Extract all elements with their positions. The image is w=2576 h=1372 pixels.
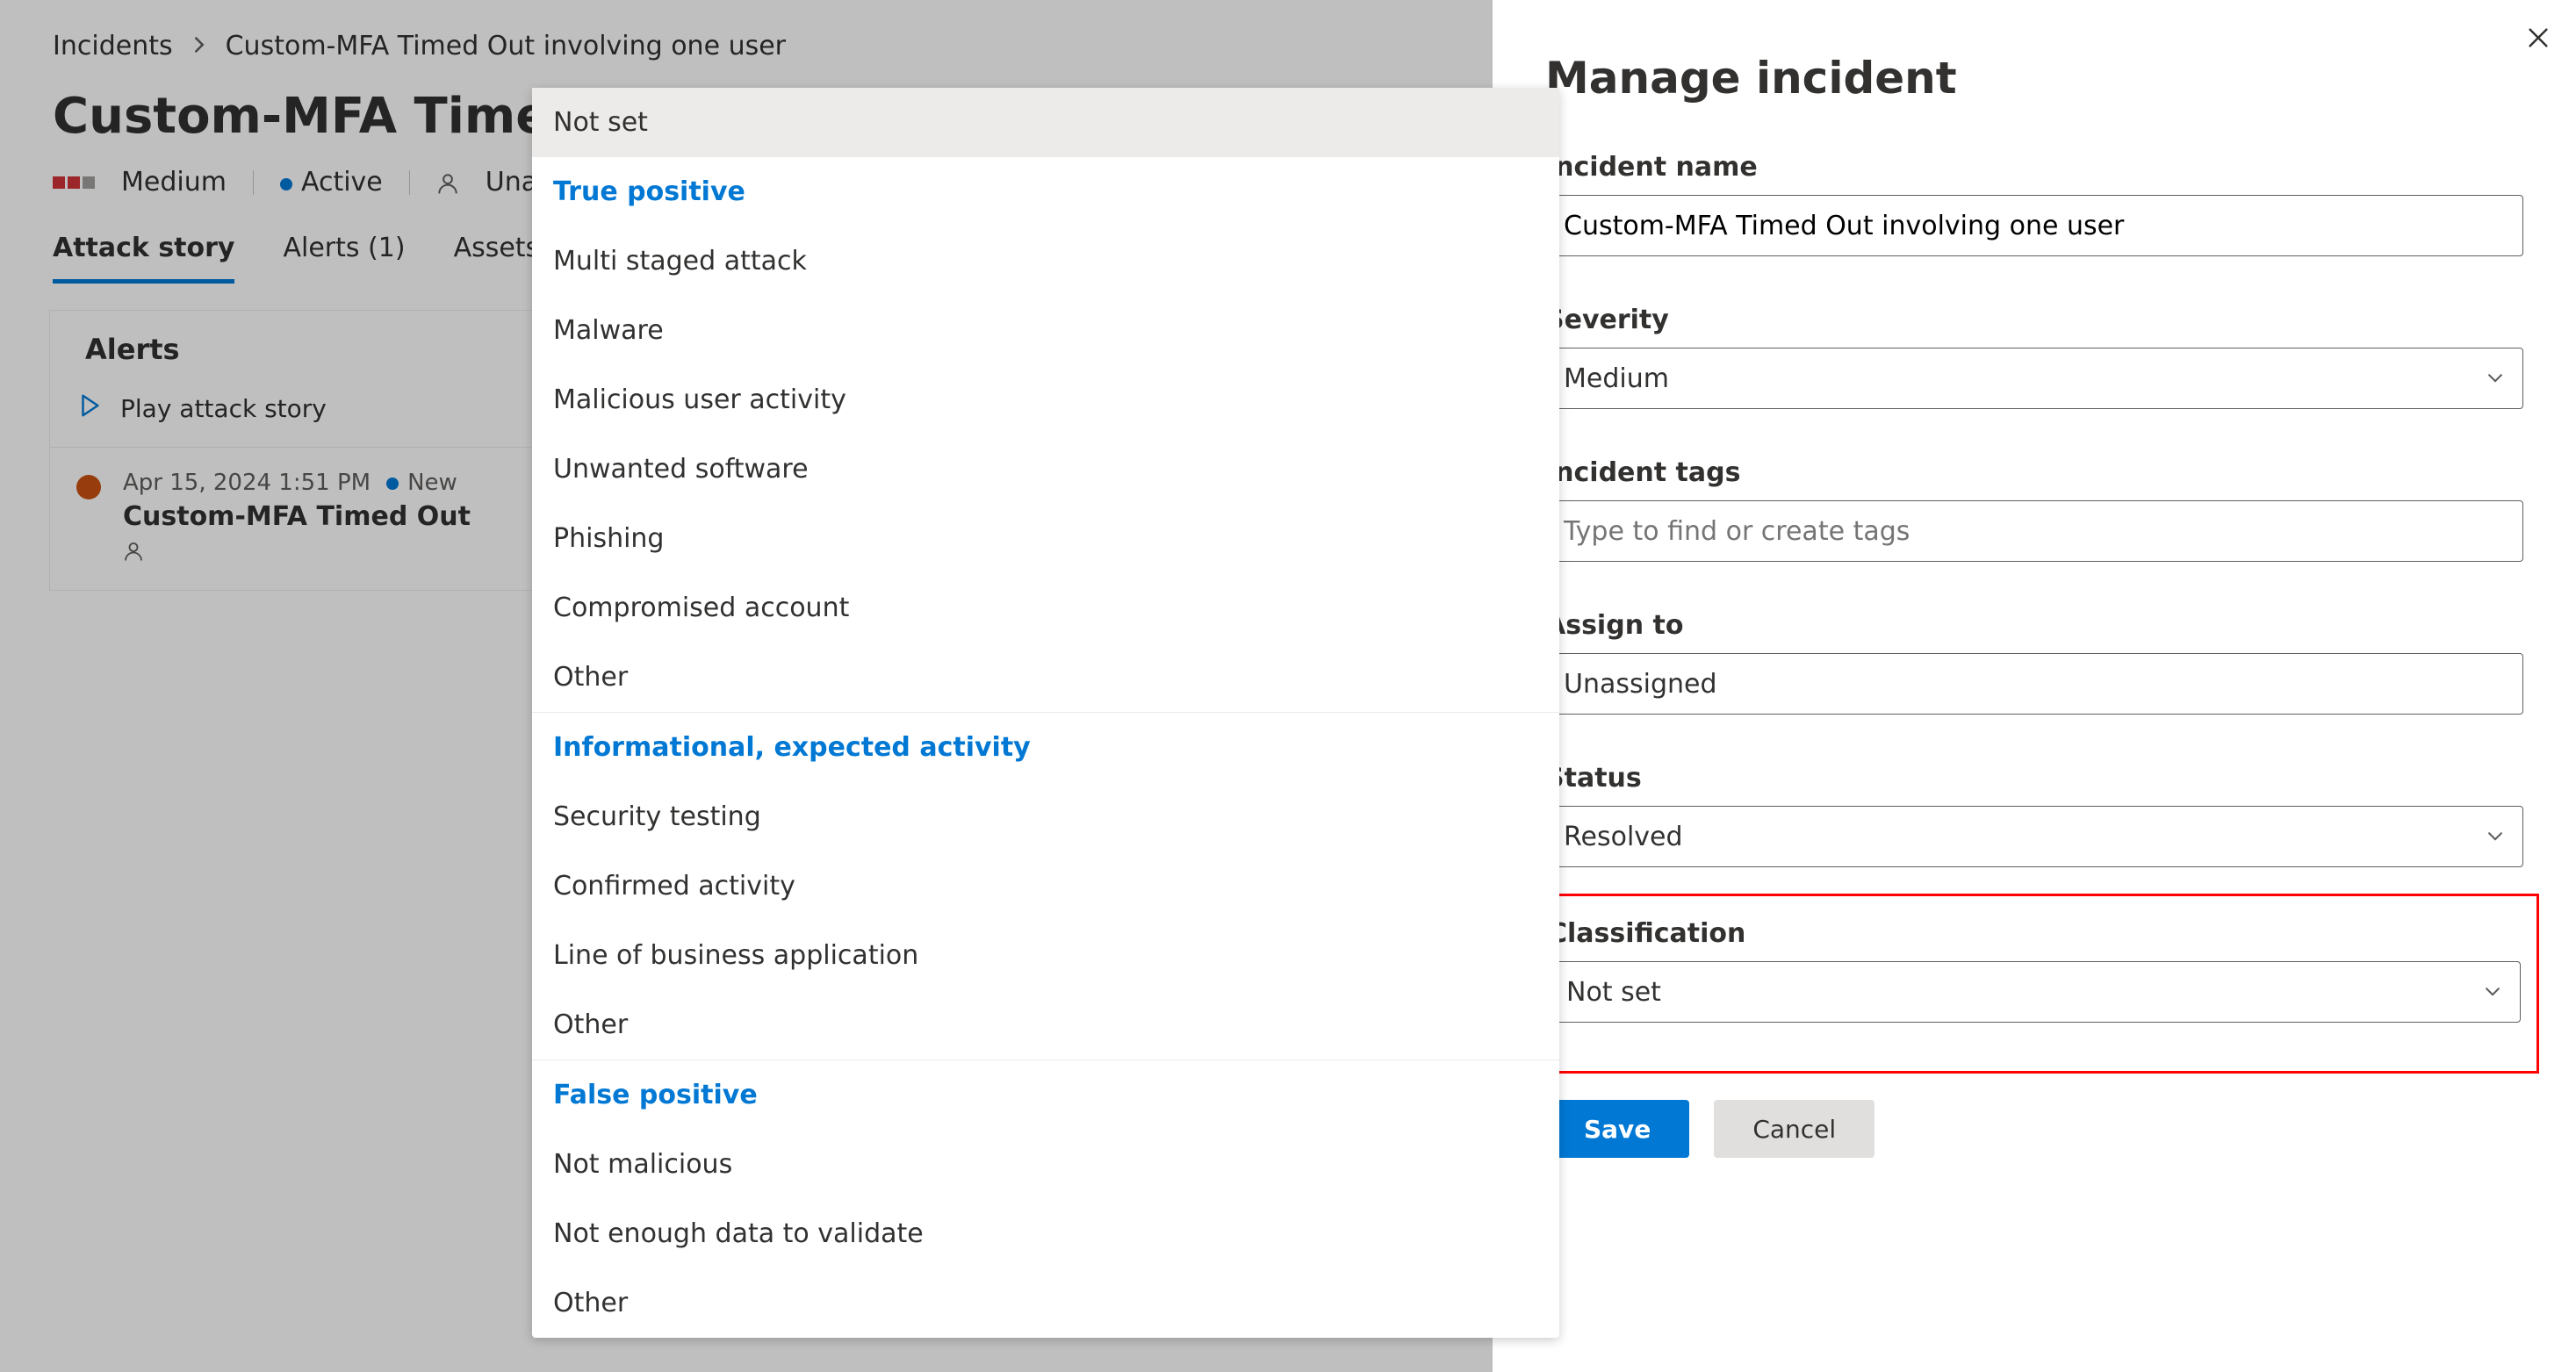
chevron-right-icon xyxy=(191,34,208,59)
close-icon[interactable] xyxy=(2525,25,2551,57)
person-icon xyxy=(436,167,459,198)
play-icon[interactable] xyxy=(76,392,103,425)
status-label: Status xyxy=(1545,763,2523,794)
person-icon xyxy=(123,539,471,568)
play-attack-story-button[interactable]: Play attack story xyxy=(120,394,327,423)
state-label: Active xyxy=(301,167,383,198)
panel-title: Manage incident xyxy=(1545,53,2523,104)
dropdown-option-compromised-account[interactable]: Compromised account xyxy=(532,573,1559,643)
breadcrumb-root[interactable]: Incidents xyxy=(53,31,173,61)
breadcrumb-current: Custom-MFA Timed Out involving one user xyxy=(226,31,786,61)
dropdown-option-multi-staged-attack[interactable]: Multi staged attack xyxy=(532,226,1559,296)
divider xyxy=(409,170,410,195)
dropdown-option-info-other[interactable]: Other xyxy=(532,990,1559,1060)
tab-alerts[interactable]: Alerts (1) xyxy=(283,233,405,284)
alert-state: New xyxy=(407,470,457,496)
alert-severity-dot-icon xyxy=(76,475,101,499)
status-select[interactable]: Resolved xyxy=(1545,806,2523,867)
tab-assets[interactable]: Assets xyxy=(454,233,540,284)
status-dot-icon xyxy=(280,178,292,190)
assign-to-label: Assign to xyxy=(1545,610,2523,641)
dropdown-option-confirmed-activity[interactable]: Confirmed activity xyxy=(532,851,1559,921)
tab-attack-story[interactable]: Attack story xyxy=(53,233,234,284)
dropdown-option-lob-application[interactable]: Line of business application xyxy=(532,921,1559,990)
severity-label: Severity xyxy=(1545,305,2523,335)
dropdown-group-false-positive: False positive xyxy=(532,1060,1559,1130)
severity-select[interactable]: Medium xyxy=(1545,348,2523,409)
assign-to-value: Unassigned xyxy=(1564,669,1717,700)
dropdown-option-not-malicious[interactable]: Not malicious xyxy=(532,1130,1559,1199)
dropdown-option-tp-other[interactable]: Other xyxy=(532,643,1559,712)
severity-label: Medium xyxy=(121,167,227,198)
chevron-down-icon xyxy=(2486,363,2505,394)
severity-indicator-icon xyxy=(53,176,95,189)
tags-label: Incident tags xyxy=(1545,457,2523,488)
incident-name-field[interactable] xyxy=(1564,211,2505,241)
manage-incident-panel: Manage incident Incident name Severity M… xyxy=(1493,0,2576,1372)
dropdown-group-true-positive: True positive xyxy=(532,157,1559,226)
dropdown-option-malware[interactable]: Malware xyxy=(532,296,1559,365)
classification-highlight: Classification Not set xyxy=(1529,894,2539,1074)
cancel-button[interactable]: Cancel xyxy=(1714,1100,1874,1158)
alert-time: Apr 15, 2024 1:51 PM xyxy=(123,470,371,496)
save-button[interactable]: Save xyxy=(1545,1100,1689,1158)
status-dot-icon xyxy=(386,478,399,490)
status-value: Resolved xyxy=(1564,822,1683,852)
alert-title: Custom-MFA Timed Out xyxy=(123,501,471,532)
dropdown-option-fp-other[interactable]: Other xyxy=(532,1268,1559,1338)
chevron-down-icon xyxy=(2483,977,2502,1008)
classification-value: Not set xyxy=(1566,977,1661,1008)
dropdown-option-phishing[interactable]: Phishing xyxy=(532,504,1559,573)
divider xyxy=(253,170,254,195)
dropdown-option-not-enough-data[interactable]: Not enough data to validate xyxy=(532,1199,1559,1268)
severity-value: Medium xyxy=(1564,363,1669,394)
classification-label: Classification xyxy=(1548,918,2521,949)
assign-to-select[interactable]: Unassigned xyxy=(1545,653,2523,715)
classification-dropdown: Not set True positive Multi staged attac… xyxy=(532,88,1559,1338)
dropdown-option-unwanted-software[interactable]: Unwanted software xyxy=(532,435,1559,504)
classification-select[interactable]: Not set xyxy=(1548,961,2521,1023)
tags-input[interactable] xyxy=(1545,500,2523,562)
chevron-down-icon xyxy=(2486,822,2505,852)
dropdown-group-informational: Informational, expected activity xyxy=(532,712,1559,782)
incident-name-label: Incident name xyxy=(1545,152,2523,183)
tags-field[interactable] xyxy=(1564,516,2505,547)
dropdown-option-malicious-user-activity[interactable]: Malicious user activity xyxy=(532,365,1559,435)
incident-name-input[interactable] xyxy=(1545,195,2523,256)
dropdown-option-not-set[interactable]: Not set xyxy=(532,88,1559,157)
dropdown-option-security-testing[interactable]: Security testing xyxy=(532,782,1559,851)
